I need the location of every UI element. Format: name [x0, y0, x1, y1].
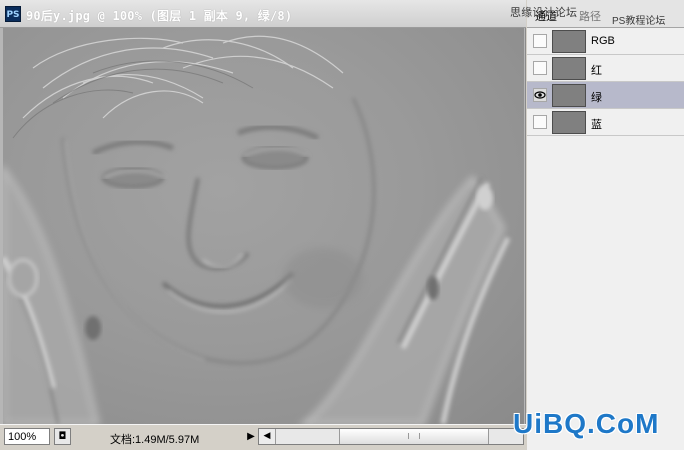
channel-label: 绿	[591, 92, 602, 104]
document-size-info: 文档:1.49M/5.97M	[110, 434, 200, 446]
status-bar: 100% ◘ 文档:1.49M/5.97M ▶ ◀	[0, 424, 526, 450]
document-title-bar[interactable]: PS 90后y.jpg @ 100% (图层 1 副本 9, 绿/8)	[0, 0, 526, 28]
visibility-toggle[interactable]	[533, 88, 547, 102]
photoshop-icon: PS	[5, 6, 21, 22]
channel-label: 红	[591, 65, 602, 77]
image-canvas[interactable]	[3, 28, 524, 424]
watermark-top: 思缘设计论坛	[510, 7, 578, 19]
watermark-top-right: PS教程论坛	[612, 16, 666, 27]
scrollbar-grip	[408, 433, 420, 439]
watermark-logo: UiBQ.CoM	[513, 408, 660, 439]
eye-icon	[534, 91, 546, 99]
zoom-level-field[interactable]: 100%	[4, 428, 50, 445]
horizontal-scrollbar[interactable]: ◀	[258, 428, 524, 445]
visibility-toggle[interactable]	[533, 115, 547, 129]
channel-row-rgb[interactable]: RGB	[527, 28, 684, 55]
document-window: PS 90后y.jpg @ 100% (图层 1 副本 9, 绿/8) 100%…	[0, 0, 526, 450]
portrait-photo	[3, 35, 511, 424]
status-menu-arrow-icon[interactable]: ▶	[245, 429, 257, 444]
channel-thumbnail	[552, 84, 586, 107]
scrollbar-thumb[interactable]	[339, 429, 489, 444]
channel-label: RGB	[591, 35, 615, 47]
visibility-toggle[interactable]	[533, 34, 547, 48]
channel-thumbnail	[552, 57, 586, 80]
channel-thumbnail	[552, 30, 586, 53]
channel-thumbnail	[552, 111, 586, 134]
tab-paths[interactable]: 路径	[579, 8, 601, 24]
document-title: 90后y.jpg @ 100% (图层 1 副本 9, 绿/8)	[26, 9, 293, 23]
channel-row-blue[interactable]: 蓝	[527, 109, 684, 136]
channels-panel: 通道 路径 RGB 红 绿 蓝	[527, 0, 684, 450]
scroll-left-arrow-icon[interactable]: ◀	[259, 429, 276, 444]
channel-label: 蓝	[591, 119, 602, 131]
visibility-toggle[interactable]	[533, 61, 547, 75]
channel-row-red[interactable]: 红	[527, 55, 684, 82]
navigator-icon[interactable]: ◘	[54, 428, 71, 445]
channel-row-green[interactable]: 绿	[527, 82, 684, 109]
